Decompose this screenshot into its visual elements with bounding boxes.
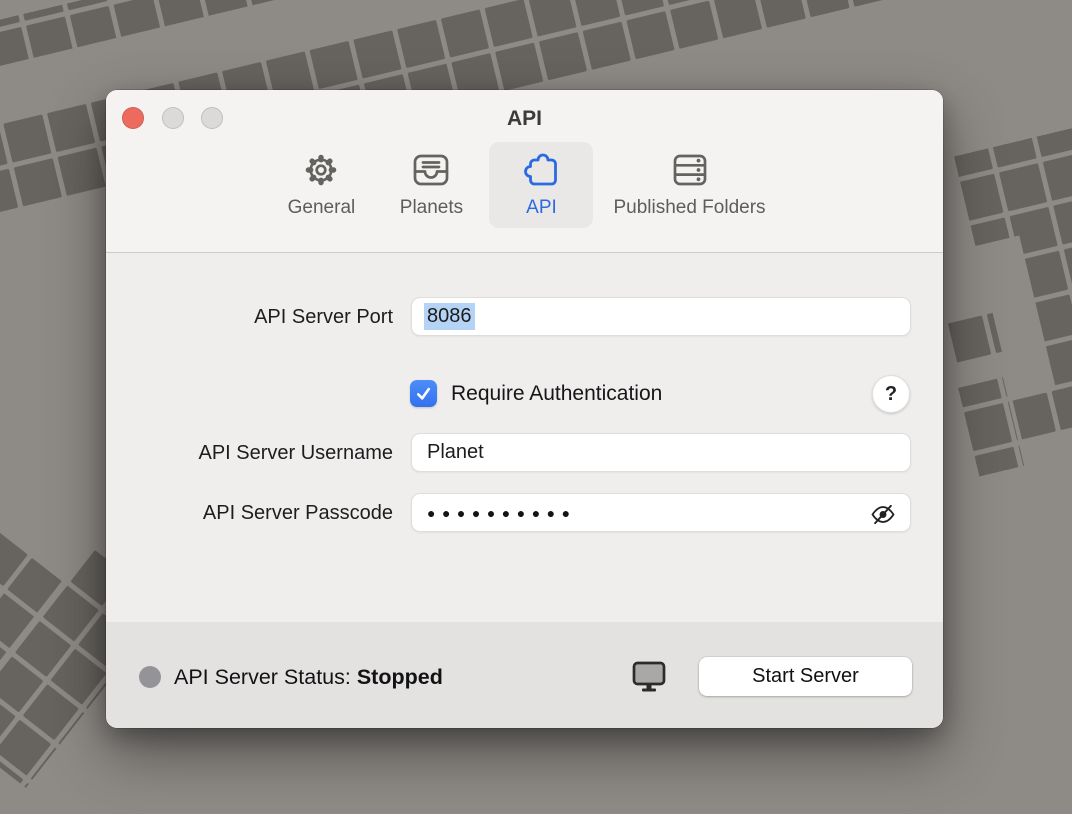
status-label: API Server Status: [174, 665, 351, 689]
passcode-masked-value: ●●●●●●●●●● [427, 492, 577, 533]
username-input[interactable]: Planet [411, 433, 911, 472]
minimize-button[interactable] [162, 107, 184, 129]
require-auth-checkbox[interactable] [410, 380, 437, 407]
tab-planets[interactable]: Planets [379, 142, 483, 228]
tab-general[interactable]: General [269, 142, 373, 228]
tab-label: Planets [400, 196, 463, 219]
eye-slash-icon [868, 501, 898, 528]
help-button[interactable]: ? [872, 375, 910, 413]
status-value: Stopped [357, 665, 443, 689]
status-dot [139, 666, 161, 688]
tab-label: API [526, 196, 557, 219]
tray-icon [409, 150, 453, 190]
start-server-button[interactable]: Start Server [699, 657, 912, 696]
server-stack-icon [668, 150, 712, 190]
username-value: Planet [427, 441, 484, 464]
server-status-text: API Server Status: Stopped [174, 664, 443, 690]
port-label: API Server Port [106, 297, 393, 337]
tab-label: Published Folders [613, 196, 765, 219]
gear-icon [299, 150, 343, 190]
puzzle-icon [519, 150, 563, 190]
window-chrome: API [106, 90, 943, 253]
port-input[interactable]: 8086 [411, 297, 911, 336]
toolbar: General Planets [106, 142, 943, 228]
username-label: API Server Username [106, 433, 393, 473]
passcode-input[interactable]: ●●●●●●●●●● [411, 493, 911, 532]
monitor-icon[interactable] [627, 656, 671, 701]
passcode-label: API Server Passcode [106, 493, 393, 533]
zoom-button[interactable] [201, 107, 223, 129]
require-auth-label: Require Authentication [451, 381, 662, 407]
port-value-selected-text: 8086 [424, 303, 475, 330]
tab-label: General [288, 196, 356, 219]
tab-published-folders[interactable]: Published Folders [599, 142, 779, 228]
window-title: API [106, 90, 943, 146]
help-button-label: ? [885, 383, 897, 406]
close-button[interactable] [122, 107, 144, 129]
checkmark-icon [413, 383, 434, 404]
traffic-lights [122, 107, 223, 129]
settings-window: API [106, 90, 943, 728]
reveal-passcode-button[interactable] [867, 500, 899, 528]
tab-api[interactable]: API [489, 142, 593, 228]
